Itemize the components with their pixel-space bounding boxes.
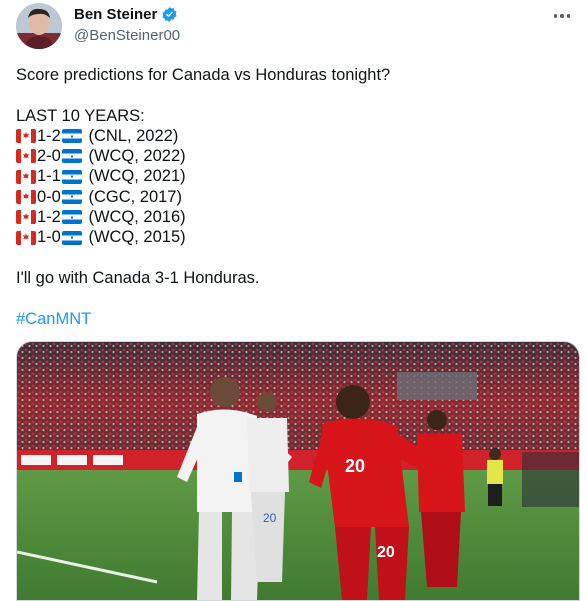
honduras-flag-icon xyxy=(61,230,82,245)
canada-flag-icon xyxy=(16,149,36,164)
more-icon[interactable] xyxy=(549,6,575,26)
result-line: 1-2 (CNL, 2022) xyxy=(16,126,571,146)
honduras-flag-icon xyxy=(61,189,82,204)
tweet-intro: Score predictions for Canada vs Honduras… xyxy=(16,66,391,84)
result-line: 1-1 (WCQ, 2021) xyxy=(16,166,571,186)
canada-flag-icon xyxy=(16,129,36,144)
canada-flag-icon xyxy=(16,189,36,204)
author-handle[interactable]: @BenSteiner00 xyxy=(74,27,180,44)
author-name-row[interactable]: Ben Steiner xyxy=(74,6,178,23)
honduras-flag-icon xyxy=(61,169,82,184)
canada-flag-icon xyxy=(16,169,36,184)
result-line: 1-2 (WCQ, 2016) xyxy=(16,207,571,227)
author-name[interactable]: Ben Steiner xyxy=(74,6,157,23)
verified-badge-icon xyxy=(162,7,177,22)
canada-flag-icon xyxy=(16,230,36,245)
tweet-header: Ben Steiner @BenSteiner00 xyxy=(0,0,587,60)
svg-text:20: 20 xyxy=(263,511,277,525)
svg-text:20: 20 xyxy=(345,456,365,476)
svg-text:20: 20 xyxy=(377,544,395,561)
result-line: 1-0 (WCQ, 2015) xyxy=(16,227,571,247)
result-line: 0-0 (CGC, 2017) xyxy=(16,187,571,207)
honduras-flag-icon xyxy=(61,129,82,144)
honduras-flag-icon xyxy=(61,210,82,225)
history-heading: LAST 10 YEARS: xyxy=(16,106,145,125)
prediction-text: I'll go with Canada 3-1 Honduras. xyxy=(16,268,260,287)
tweet-text: Score predictions for Canada vs Honduras… xyxy=(16,65,571,329)
avatar[interactable] xyxy=(16,3,62,49)
honduras-flag-icon xyxy=(61,149,82,164)
canada-flag-icon xyxy=(16,210,36,225)
tweet-photo[interactable]: 20 20 20 xyxy=(16,341,580,601)
result-line: 2-0 (WCQ, 2022) xyxy=(16,146,571,166)
hashtag-link[interactable]: #CanMNT xyxy=(16,309,91,329)
soccer-match-photo: 20 20 20 xyxy=(17,342,579,600)
